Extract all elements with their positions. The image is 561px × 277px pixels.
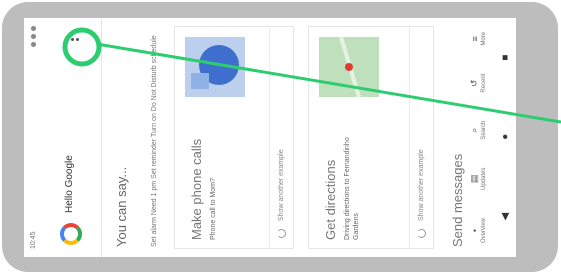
rotated-content: 10:45 Hello Google You can say... Set al… [24,18,516,257]
card-directions[interactable]: Get directions Driving directions to Fer… [308,26,434,249]
card-action-label: Show another example [278,149,285,221]
overflow-menu-icon[interactable] [66,35,80,45]
more-icon: ≡ [469,36,480,42]
tab-label: Overview [480,218,487,244]
show-another-example-button[interactable]: Show another example [269,27,293,248]
card-phone-calls[interactable]: Make phone calls Phone call to Mom? Show… [174,26,294,249]
screen: 10:45 Hello Google You can say... Set al… [24,18,516,257]
tab-more[interactable]: ≡ More [470,32,487,46]
system-navigation: ◀ ● ■ [494,18,516,257]
card-subtitle: Phone call to Mom? [210,178,217,240]
app-header: Hello Google [42,18,102,257]
you-can-say-heading: You can say... [114,166,129,247]
tab-label: Updates [481,167,487,191]
signal-icon [30,42,36,47]
map-illustration-icon [319,37,379,97]
back-button-icon[interactable]: ◀ [500,213,511,221]
card-title: Make phone calls [189,138,204,240]
tab-label: Search [481,120,487,140]
tab-label: More [480,32,487,46]
search-icon: ⌕ [469,127,479,133]
google-logo-icon [60,223,82,245]
tab-bar: • Overview ▤ Updates ⌕ Search ↺ Recent ≡… [464,18,492,257]
recent-icon: ↺ [469,79,479,87]
bottom-navigation: • Overview ▤ Updates ⌕ Search ↺ Recent ≡… [464,18,516,257]
card-action-label: Show another example [418,149,425,221]
send-messages-heading: Send messages [450,153,465,247]
status-icons [30,26,36,47]
refresh-icon [417,229,426,238]
card-subtitle: Driving directions to Fernandinho Garden… [344,137,360,240]
refresh-icon [277,229,286,238]
tab-label: Recent [481,73,487,93]
tab-recent[interactable]: ↺ Recent [469,74,487,93]
show-another-example-button[interactable]: Show another example [409,27,433,248]
tab-overview[interactable]: • Overview [470,218,487,243]
card-title: Get directions [323,159,338,240]
phone-frame: 10:45 Hello Google You can say... Set al… [2,2,558,272]
recents-button-icon[interactable]: ■ [500,55,511,61]
header-title: Hello Google [64,155,75,213]
home-button-icon[interactable]: ● [500,134,511,140]
battery-icon [30,26,36,31]
wifi-icon [30,34,36,39]
overview-icon: • [469,228,480,233]
alarm-suggestion-text[interactable]: Set alarm Need 1 pm Set reminder Turn on… [150,32,160,247]
phone-call-illustration-icon [185,37,245,97]
tab-search[interactable]: ⌕ Search [469,121,487,140]
updates-icon: ▤ [469,174,479,184]
status-bar: 10:45 [24,18,42,257]
status-time: 10:45 [29,231,37,249]
tab-updates[interactable]: ▤ Updates [469,168,487,190]
